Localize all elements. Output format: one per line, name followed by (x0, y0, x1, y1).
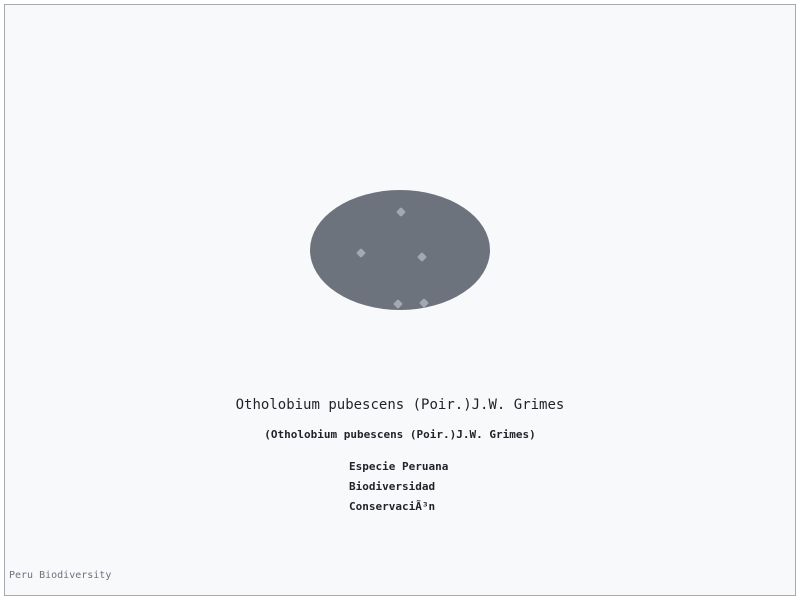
tag-item-especie-peruana: Especie Peruana (349, 460, 449, 473)
specimen-body (310, 190, 490, 310)
species-illustration-svg (310, 190, 490, 310)
species-name: Otholobium pubescens (Poir.)J.W. Grimes (235, 397, 565, 413)
footer-brand: Peru Biodiversity (9, 570, 112, 581)
tag-item-biodiversidad: Biodiversidad (349, 480, 436, 493)
tag-list: Especie Peruana Biodiversidad Conservaci… (349, 459, 448, 519)
species-name-parenthetical: (Otholobium pubescens (Poir.)J.W. Grimes… (264, 428, 536, 441)
species-illustration (310, 190, 490, 310)
tag-item-conservacion: ConservaciÃ³n (349, 500, 436, 513)
